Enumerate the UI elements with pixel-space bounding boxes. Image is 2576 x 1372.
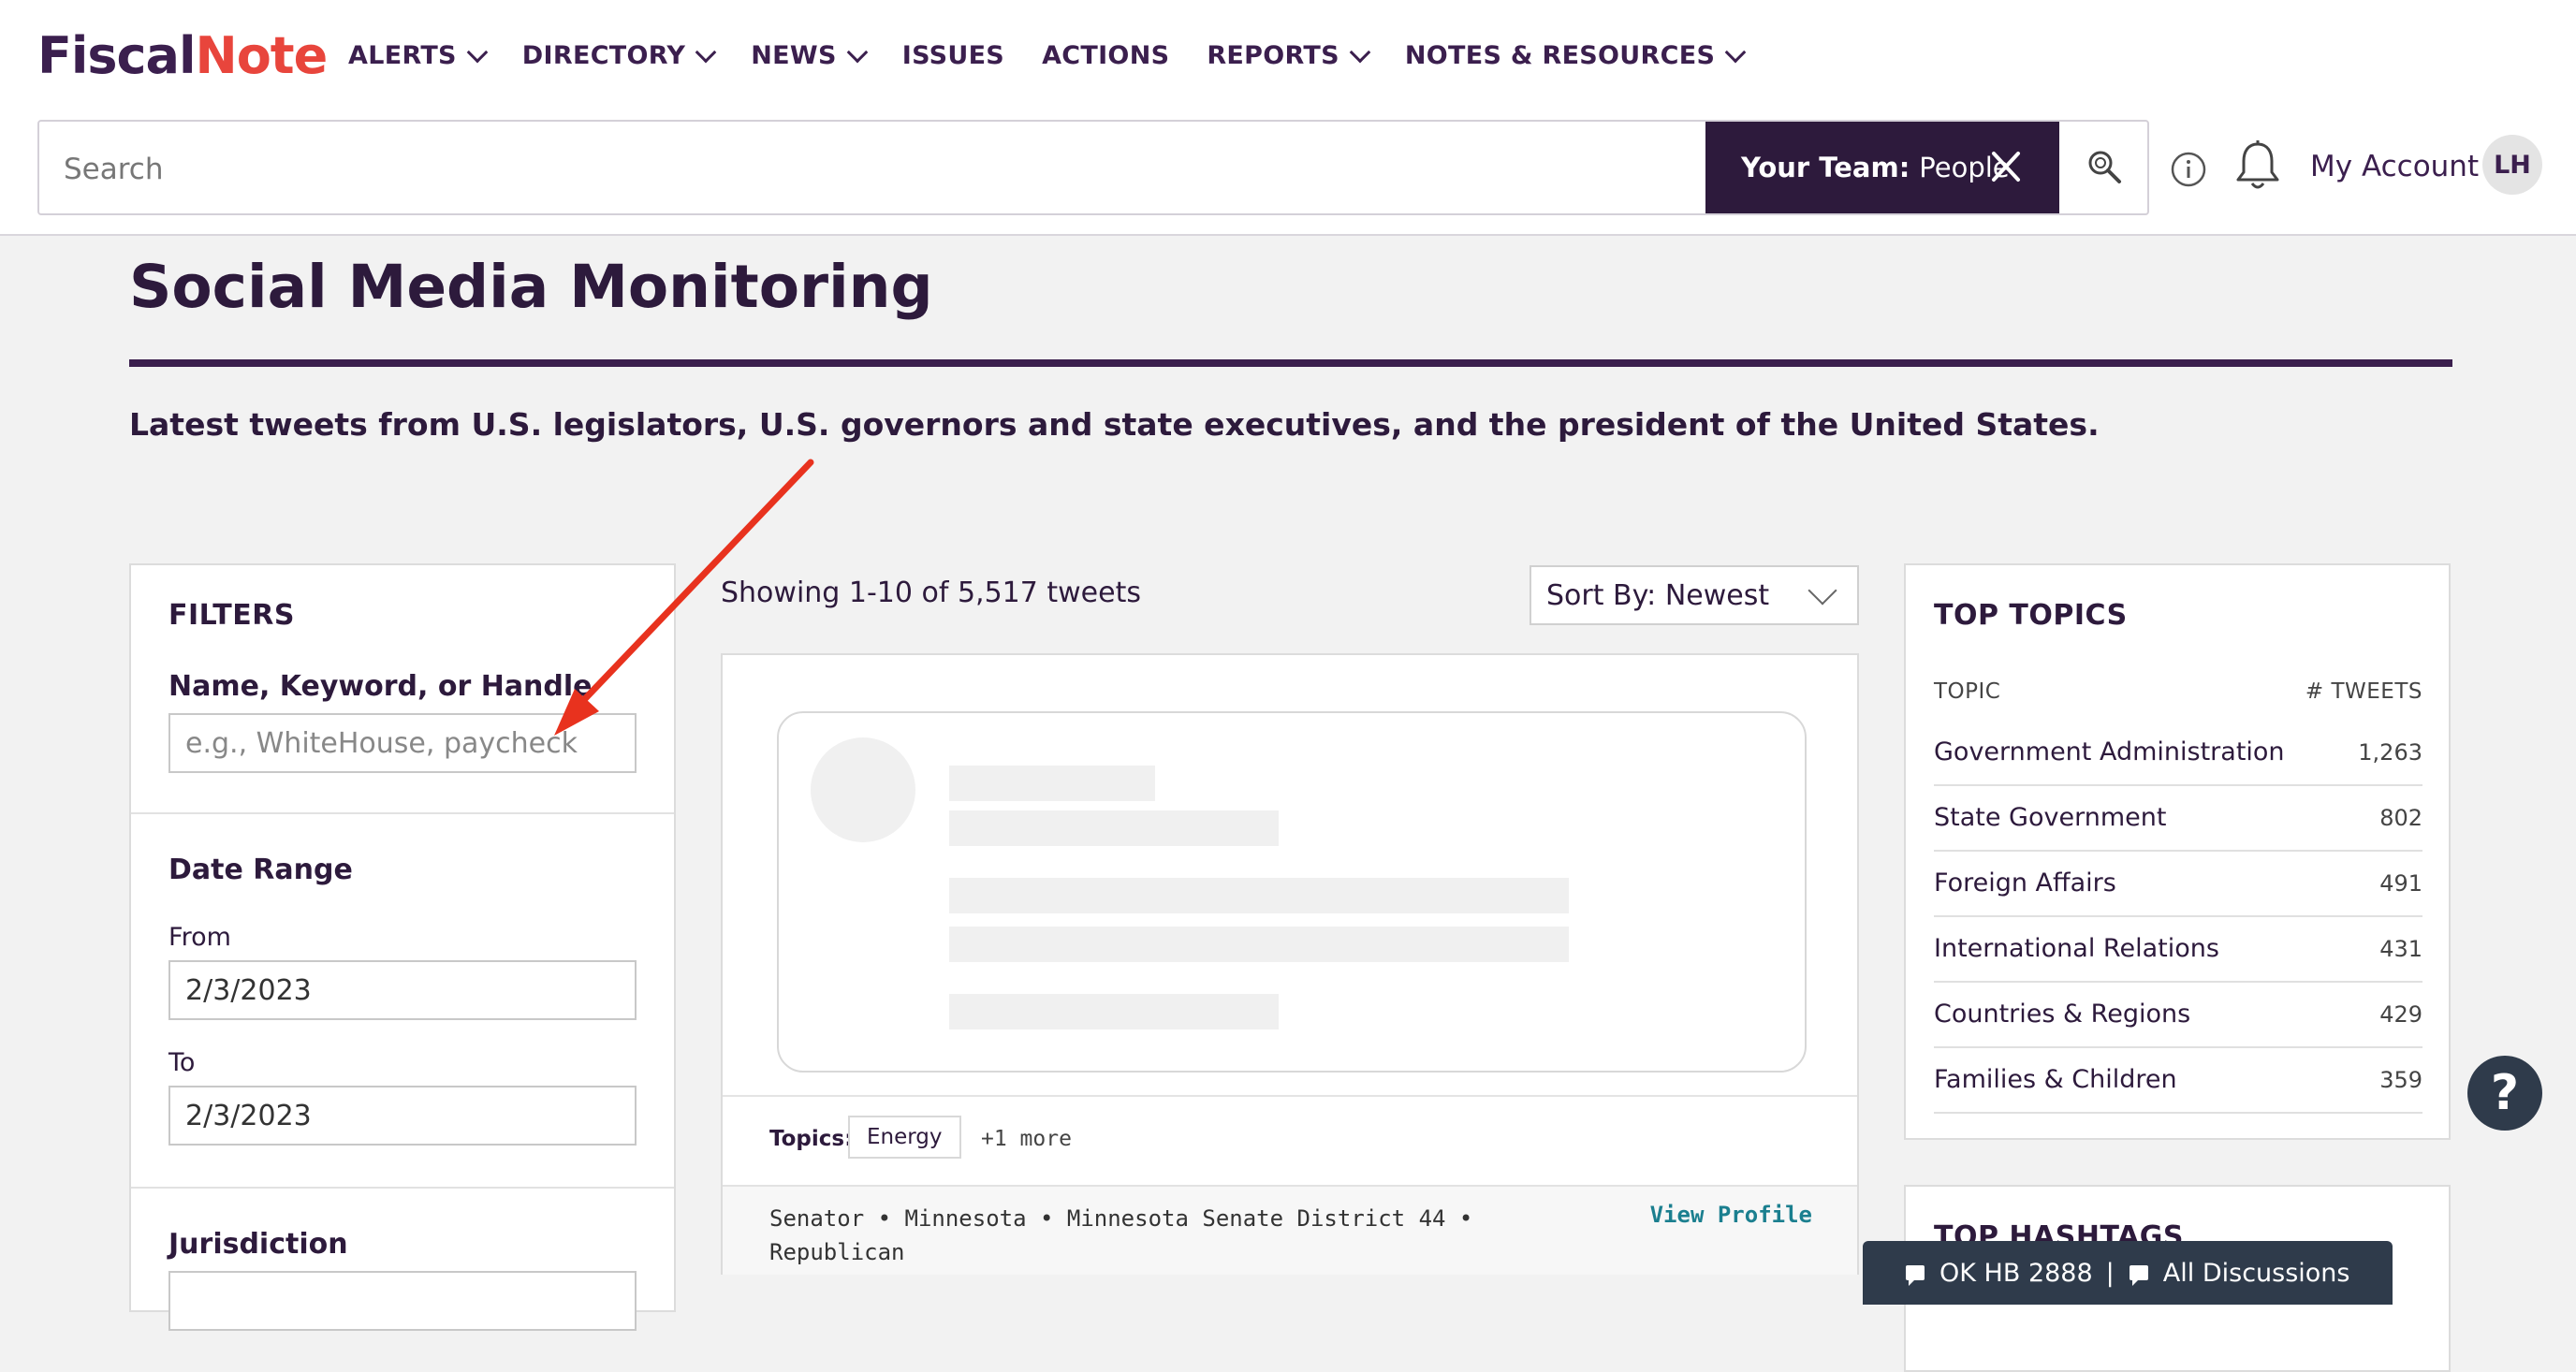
tweet-author-meta: Senator • Minnesota • Minnesota Senate D… xyxy=(723,1185,1857,1275)
view-profile-link[interactable]: View Profile xyxy=(1650,1202,1812,1228)
search-bar: Your Team: People xyxy=(37,120,2149,215)
topic-count: 431 xyxy=(2379,936,2422,962)
author-meta-text: Senator • Minnesota • Minnesota Senate D… xyxy=(769,1205,1473,1265)
skeleton-line xyxy=(949,878,1569,913)
nav-news-label: NEWS xyxy=(751,41,837,70)
logo-part-note: Note xyxy=(195,26,329,85)
filters-divider xyxy=(131,812,674,814)
tweet-embed-placeholder xyxy=(777,711,1807,1073)
logo-part-fiscal: Fiscal xyxy=(37,26,196,85)
tweet-divider xyxy=(723,1095,1857,1097)
chevron-down-icon xyxy=(846,41,869,63)
topic-row[interactable]: Countries & Regions 429 xyxy=(1934,983,2422,1048)
page-subtitle: Latest tweets from U.S. legislators, U.S… xyxy=(129,406,2100,443)
topic-row[interactable]: International Relations 431 xyxy=(1934,917,2422,983)
nav-notes-resources[interactable]: NOTES & RESOURCES xyxy=(1404,41,1747,70)
chevron-down-icon xyxy=(1724,41,1747,63)
nav-directory-label: DIRECTORY xyxy=(521,41,686,70)
topic-name: Foreign Affairs xyxy=(1934,868,2116,898)
close-icon[interactable] xyxy=(1990,148,2022,185)
sort-select-value: Sort By: Newest xyxy=(1546,578,1770,612)
topics-label: Topics: xyxy=(769,1127,854,1151)
more-topics-link[interactable]: +1 more xyxy=(981,1127,1072,1151)
filters-divider xyxy=(131,1187,674,1189)
jurisdiction-label: Jurisdiction xyxy=(168,1228,348,1261)
chevron-down-icon xyxy=(695,41,717,63)
topic-row[interactable]: Families & Children 359 xyxy=(1934,1048,2422,1114)
top-header: FiscalNote ALERTS DIRECTORY NEWS ISSUES … xyxy=(0,0,2576,236)
topic-count: 491 xyxy=(2379,870,2422,897)
filters-panel: FILTERS Name, Keyword, or Handle Date Ra… xyxy=(129,563,676,1331)
info-icon[interactable] xyxy=(2170,151,2207,188)
results-count: Showing 1-10 of 5,517 tweets xyxy=(721,577,1141,609)
page-title: Social Media Monitoring xyxy=(129,253,933,321)
team-filter-chip[interactable]: Your Team: People xyxy=(1705,122,2059,213)
from-label: From xyxy=(168,923,231,952)
skeleton-avatar xyxy=(811,737,915,842)
sort-select[interactable]: Sort By: Newest xyxy=(1530,565,1859,625)
to-date-input[interactable] xyxy=(168,1086,637,1146)
nav-reports-label: REPORTS xyxy=(1207,41,1339,70)
all-discussions-label[interactable]: All Discussions xyxy=(2163,1259,2350,1288)
top-topics-panel: TOP TOPICS TOPIC # TWEETS Government Adm… xyxy=(1904,563,2451,1140)
topic-row[interactable]: Government Administration 1,263 xyxy=(1934,721,2422,786)
topic-name: Families & Children xyxy=(1934,1065,2177,1094)
topic-name: International Relations xyxy=(1934,934,2219,963)
topic-name: State Government xyxy=(1934,803,2167,832)
nav-issues[interactable]: ISSUES xyxy=(902,41,1004,70)
nav-alerts-label: ALERTS xyxy=(348,41,457,70)
main-nav: ALERTS DIRECTORY NEWS ISSUES ACTIONS REP… xyxy=(348,41,1780,70)
top-topics-title: TOP TOPICS xyxy=(1934,599,2128,632)
nav-issues-label: ISSUES xyxy=(901,41,1005,70)
skeleton-line xyxy=(949,994,1279,1029)
discussions-bar[interactable]: OK HB 2888 | All Discussions xyxy=(1863,1241,2393,1305)
nav-reports[interactable]: REPORTS xyxy=(1207,41,1371,70)
team-chip-label: Your Team: xyxy=(1741,152,1910,183)
date-range-label: Date Range xyxy=(168,854,353,886)
filters-title: FILTERS xyxy=(168,599,295,632)
topic-count: 1,263 xyxy=(2358,739,2422,766)
topic-row[interactable]: State Government 802 xyxy=(1934,786,2422,852)
search-icon[interactable] xyxy=(2082,144,2129,191)
chevron-down-icon xyxy=(1349,41,1371,63)
topic-name: Countries & Regions xyxy=(1934,1000,2191,1029)
keyword-input[interactable] xyxy=(168,713,637,773)
skeleton-line xyxy=(949,766,1155,801)
topic-chip[interactable]: Energy xyxy=(848,1116,961,1159)
topic-row[interactable]: Foreign Affairs 491 xyxy=(1934,852,2422,917)
jurisdiction-select[interactable] xyxy=(168,1271,637,1331)
to-label: To xyxy=(168,1048,196,1077)
nav-actions-label: ACTIONS xyxy=(1042,41,1170,70)
chat-bubble-icon xyxy=(1906,1265,1925,1286)
top-topics-header: TOPIC # TWEETS xyxy=(1934,679,2422,704)
nav-alerts[interactable]: ALERTS xyxy=(348,41,489,70)
fiscalnote-logo[interactable]: FiscalNote xyxy=(37,26,329,85)
nav-actions[interactable]: ACTIONS xyxy=(1042,41,1169,70)
discussion-item-label[interactable]: OK HB 2888 xyxy=(1939,1259,2093,1288)
search-input[interactable] xyxy=(62,140,1713,198)
help-button[interactable]: ? xyxy=(2467,1056,2542,1131)
skeleton-line xyxy=(949,927,1569,962)
title-divider xyxy=(129,359,2452,367)
nav-directory[interactable]: DIRECTORY xyxy=(521,41,717,70)
chevron-down-icon xyxy=(466,41,489,63)
nav-news[interactable]: NEWS xyxy=(751,41,869,70)
from-date-input[interactable] xyxy=(168,960,637,1020)
skeleton-line xyxy=(949,810,1279,846)
topic-name: Government Administration xyxy=(1934,737,2285,766)
keyword-label: Name, Keyword, or Handle xyxy=(168,670,593,703)
nav-notes-resources-label: NOTES & RESOURCES xyxy=(1404,41,1716,70)
avatar[interactable]: LH xyxy=(2482,135,2542,195)
discussion-divider: | xyxy=(2105,1258,2115,1288)
my-account-link[interactable]: My Account xyxy=(2310,150,2479,183)
topic-count: 802 xyxy=(2379,805,2422,831)
tweet-card: Topics: Energy +1 more Senator • Minneso… xyxy=(721,653,1859,1275)
topic-column-header: TOPIC xyxy=(1934,679,2001,704)
tweets-column-header: # TWEETS xyxy=(2305,679,2422,704)
topic-count: 429 xyxy=(2379,1001,2422,1028)
bell-icon[interactable] xyxy=(2232,139,2284,195)
topic-count: 359 xyxy=(2379,1067,2422,1093)
chevron-down-icon xyxy=(1808,576,1837,606)
chat-bubble-icon xyxy=(2129,1265,2148,1286)
